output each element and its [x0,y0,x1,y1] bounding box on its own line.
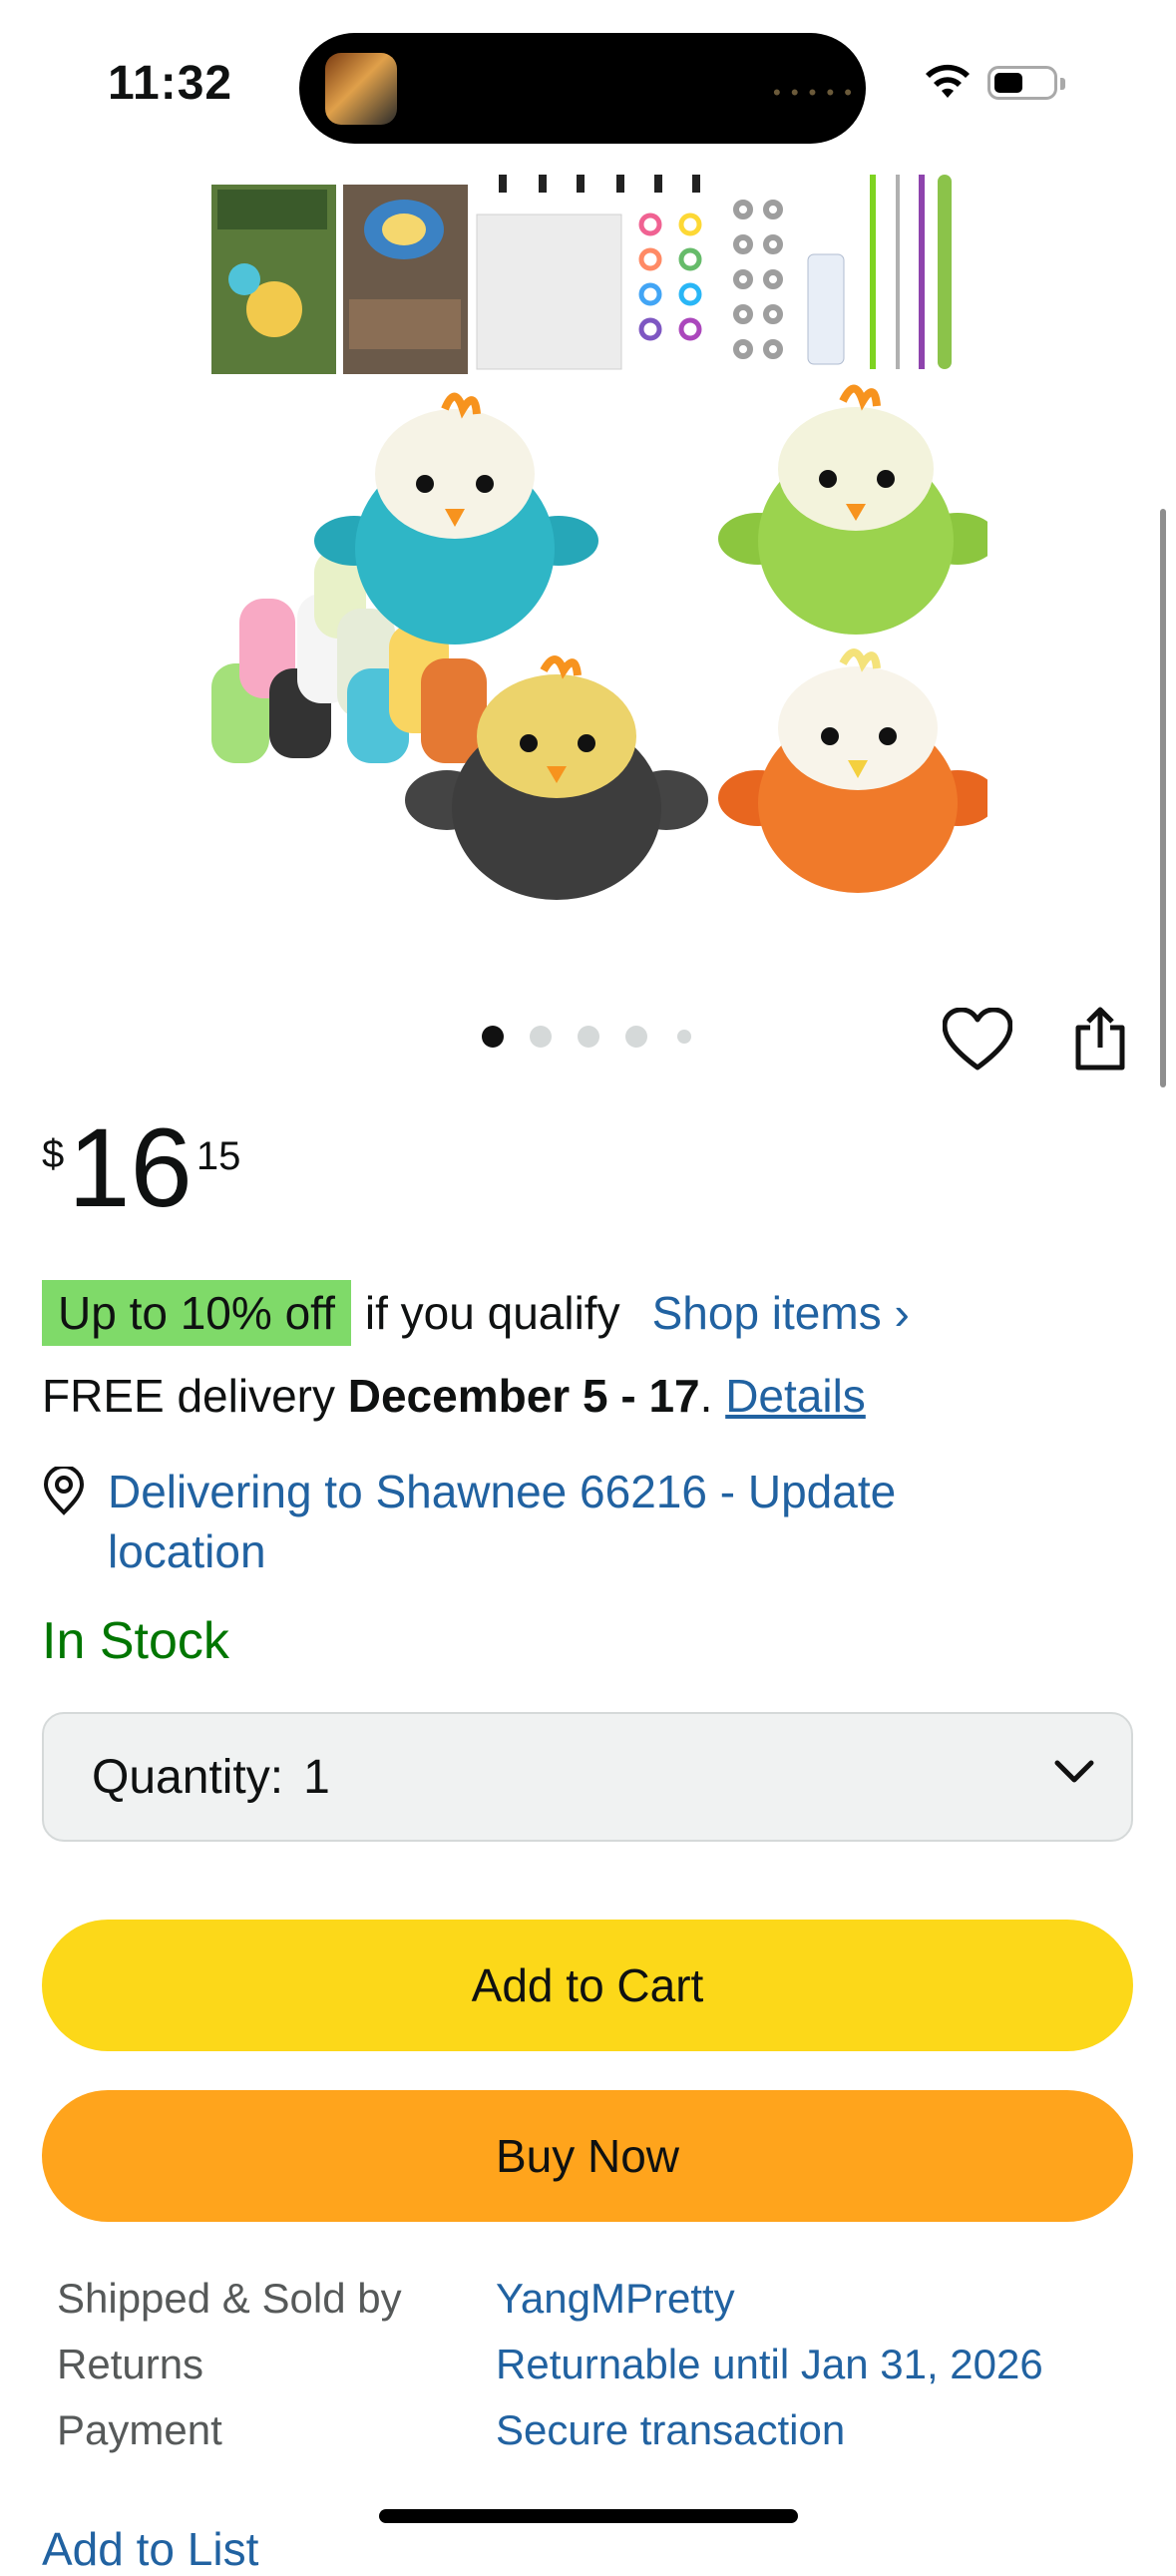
heart-icon[interactable] [943,1008,1012,1073]
chevron-down-icon [1054,1760,1094,1783]
battery-nub [1060,78,1065,90]
stock-status: In Stock [42,1612,229,1670]
discount-row: Up to 10% off if you qualify Shop items … [42,1280,910,1346]
scrollbar[interactable] [1160,509,1166,1087]
price: $ 16 15 [42,1112,240,1224]
carousel-dot-2[interactable] [530,1026,552,1048]
delivery-details-link[interactable]: Details [725,1370,866,1422]
location-pin-icon [43,1467,85,1515]
island-app-icon [325,53,397,125]
island-activity-indicator: • • • • • [773,80,854,105]
shop-items-link[interactable]: Shop items › [652,1286,910,1340]
add-to-list-link[interactable]: Add to List [42,2522,258,2576]
delivery-separator: . [699,1370,726,1422]
discount-qualify-text: if you qualify [364,1287,620,1339]
price-whole: 16 [68,1105,193,1230]
payment-link[interactable]: Secure transaction [496,2406,845,2454]
shipped-sold-label: Shipped & Sold by [57,2275,402,2322]
quantity-value: 1 [303,1750,330,1804]
price-fraction: 15 [196,1134,241,1178]
price-symbol: $ [42,1132,65,1176]
seller-link[interactable]: YangMPretty [496,2275,735,2323]
home-indicator[interactable] [379,2509,798,2523]
add-to-cart-button[interactable]: Add to Cart [42,1920,1133,2051]
quantity-label: Quantity: [92,1750,284,1804]
returns-link[interactable]: Returnable until Jan 31, 2026 [496,2341,1043,2388]
status-time: 11:32 [108,57,233,110]
delivery-info: FREE delivery December 5 - 17. Details [42,1369,866,1423]
wifi-icon [926,64,970,98]
battery-level [994,73,1022,93]
carousel-dot-1[interactable] [482,1026,504,1048]
carousel-dot-3[interactable] [578,1026,599,1048]
discount-badge: Up to 10% off [42,1280,351,1346]
product-image[interactable] [199,170,987,948]
quantity-select[interactable]: Quantity: 1 [42,1712,1133,1842]
carousel-dot-5[interactable] [677,1030,691,1044]
share-icon[interactable] [1072,1006,1128,1072]
returns-label: Returns [57,2341,204,2387]
delivery-location-link[interactable]: Delivering to Shawnee 66216 - Update loc… [108,1462,1005,1581]
carousel-dot-4[interactable] [625,1026,647,1048]
delivery-dates: December 5 - 17 [347,1370,700,1422]
delivery-prefix: FREE delivery [42,1370,348,1422]
buy-now-button[interactable]: Buy Now [42,2090,1133,2222]
payment-label: Payment [57,2406,222,2453]
